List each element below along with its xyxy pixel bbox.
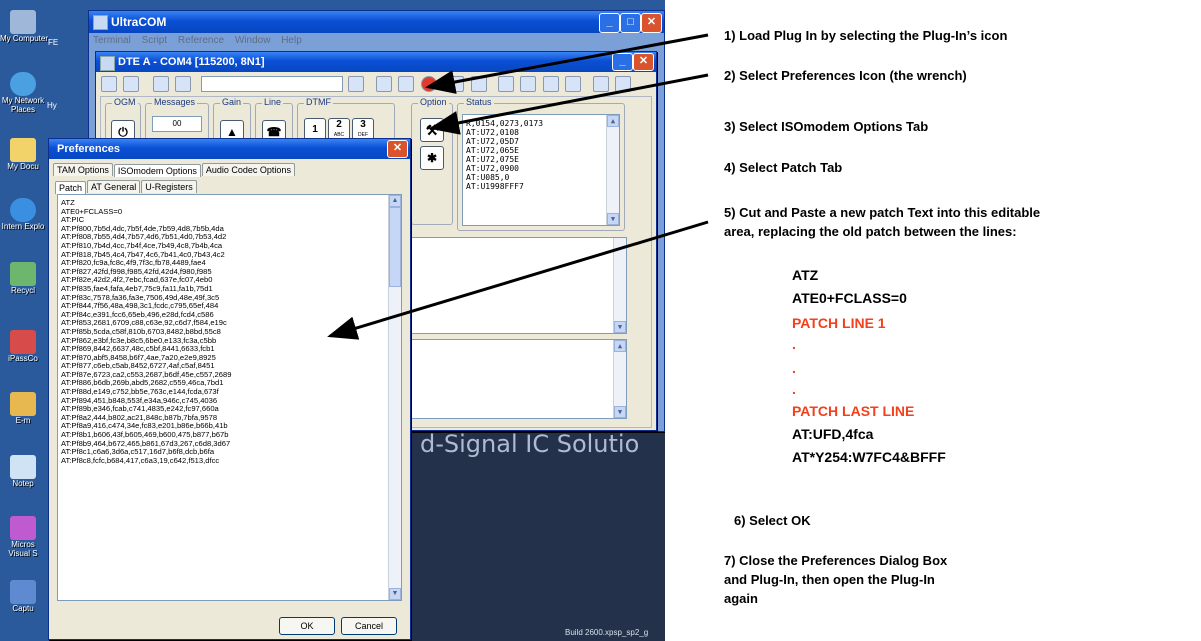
step-1: 1) Load Plug In by selecting the Plug-In… <box>724 28 1008 43</box>
step-7-line1: 7) Close the Preferences Dialog Box <box>724 553 948 568</box>
arrow-step1 <box>425 33 709 94</box>
code-ate0: ATE0+FCLASS=0 <box>792 290 907 306</box>
step-4: 4) Select Patch Tab <box>724 160 843 175</box>
arrow-step5 <box>327 220 709 340</box>
step-2: 2) Select Preferences Icon (the wrench) <box>724 68 967 83</box>
code-dot: . <box>792 381 796 397</box>
step-6: 6) Select OK <box>734 513 811 528</box>
annotation-arrows <box>327 33 709 340</box>
arrow-step2 <box>429 73 709 135</box>
step-5-line2: area, replacing the old patch between th… <box>724 224 1017 239</box>
code-ufd: AT:UFD,4fca <box>792 426 874 442</box>
code-y254: AT*Y254:W7FC4&BFFF <box>792 449 946 465</box>
code-dot: . <box>792 336 796 352</box>
code-patch-line-1: PATCH LINE 1 <box>792 315 886 331</box>
step-5-line1: 5) Cut and Paste a new patch Text into t… <box>724 205 1041 220</box>
step-3: 3) Select ISOmodem Options Tab <box>724 119 929 134</box>
code-patch-last-line: PATCH LAST LINE <box>792 403 915 419</box>
step-7-line2: and Plug-In, then open the Plug-In <box>724 572 935 587</box>
code-atz: ATZ <box>792 267 819 283</box>
code-dot: . <box>792 360 796 376</box>
step-7-line3: again <box>724 591 758 606</box>
